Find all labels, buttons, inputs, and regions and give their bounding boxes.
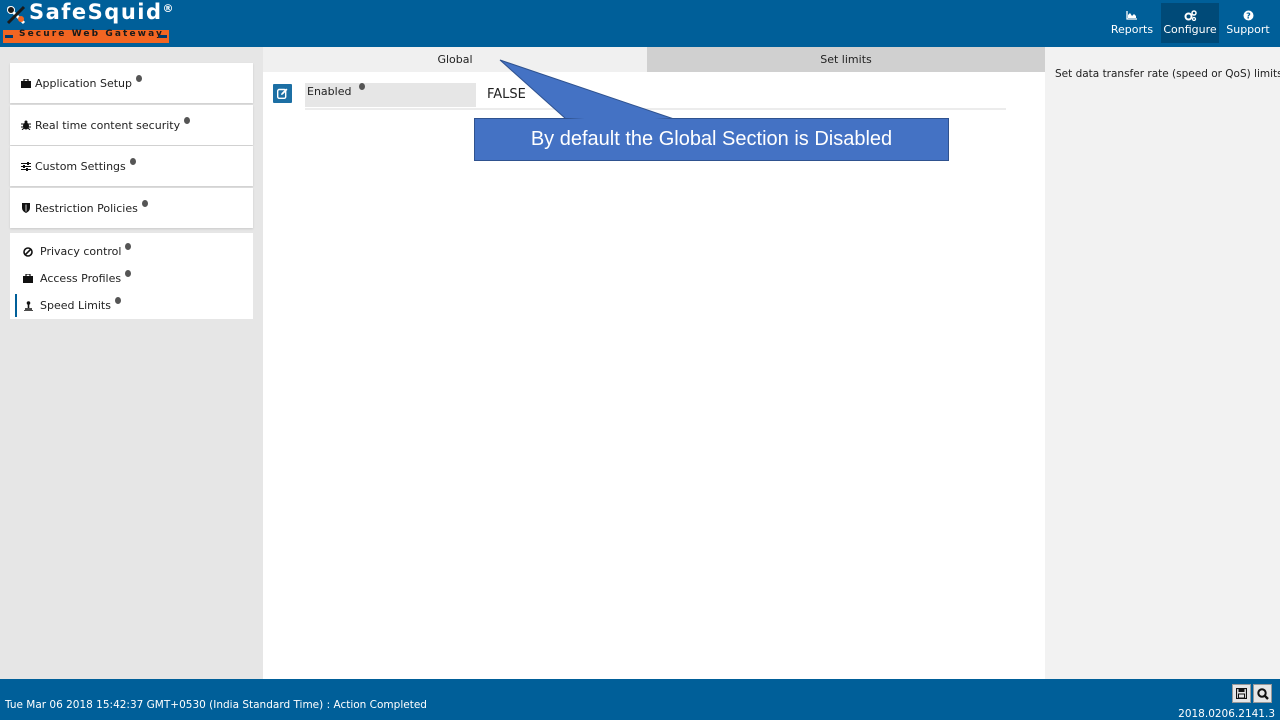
sidebar-section-head[interactable]: Restriction Policies (10, 188, 253, 228)
sidebar-section-label: Restriction Policies (35, 201, 138, 215)
nav-reports[interactable]: Reports (1103, 3, 1161, 43)
status-bar: Tue Mar 06 2018 15:42:37 GMT+0530 (India… (0, 679, 1280, 720)
field-label: Enabled (305, 83, 476, 107)
nav-configure[interactable]: Configure (1161, 3, 1219, 43)
sidebar-section-label: Custom Settings (35, 159, 126, 173)
brand-name: SafeSquid® (29, 0, 174, 24)
logo-mark-icon (6, 5, 26, 25)
nav-support[interactable]: ? Support (1219, 3, 1277, 43)
field-row-enabled: Enabled FALSE (273, 83, 1006, 110)
info-icon[interactable] (135, 74, 142, 82)
search-button[interactable] (1253, 684, 1272, 703)
sidebar-section-label: Real time content security (35, 118, 181, 132)
sliders-icon (20, 161, 31, 171)
sidebar-section-application-setup[interactable]: Application Setup (10, 63, 253, 103)
save-icon (1236, 688, 1247, 699)
nav-support-label: Support (1226, 23, 1270, 36)
edit-icon (277, 88, 288, 99)
sidebar-section-head[interactable]: Application Setup (10, 63, 253, 103)
bug-icon (20, 120, 31, 130)
safesquid-logo[interactable]: SafeSquid® Secure Web Gateway (3, 0, 174, 44)
sidebar-section-label: Application Setup (35, 76, 132, 90)
nav-configure-label: Configure (1163, 23, 1217, 36)
briefcase-icon (22, 274, 34, 283)
sidebar-item-speed-limits[interactable]: Speed Limits (10, 292, 253, 319)
tab-bar: Global Set limits (263, 47, 1045, 72)
search-icon (1256, 687, 1269, 700)
top-bar: SafeSquid® Secure Web Gateway Reports Co… (0, 0, 1280, 47)
chart-area-icon (1103, 9, 1161, 23)
info-icon[interactable] (125, 243, 132, 250)
top-nav: Reports Configure ? Support (1103, 3, 1277, 43)
svg-text:?: ? (1246, 11, 1251, 20)
registered-mark: ® (162, 2, 174, 15)
tagline-bar: Secure Web Gateway (3, 29, 169, 43)
cogs-icon (1161, 9, 1219, 23)
speed-icon (22, 300, 34, 311)
info-icon[interactable] (358, 83, 365, 90)
info-icon[interactable] (141, 199, 148, 207)
sidebar-section-real-time-content-security[interactable]: Real time content security (10, 105, 253, 145)
sidebar-item-access-profiles[interactable]: Access Profiles (10, 265, 253, 292)
shield-icon (20, 203, 31, 213)
tab-set-limits[interactable]: Set limits (647, 47, 1045, 72)
sidebar-section-restriction-policies[interactable]: Restriction Policies (10, 188, 253, 228)
tab-global[interactable]: Global (263, 47, 647, 72)
status-message: Tue Mar 06 2018 15:42:37 GMT+0530 (India… (5, 699, 427, 711)
enabled-label: Enabled (307, 85, 352, 98)
sidebar-item-label: Privacy control (40, 245, 122, 258)
briefcase-icon (20, 78, 31, 88)
enabled-value: FALSE (487, 87, 526, 102)
save-button[interactable] (1232, 684, 1251, 703)
info-icon[interactable] (114, 297, 121, 304)
version-number: 2018.0206.2141.3 (1178, 708, 1275, 720)
info-icon[interactable] (184, 116, 191, 124)
help-panel: Set data transfer rate (speed or QoS) li… (1045, 47, 1280, 679)
sidebar-section-head[interactable]: Custom Settings (10, 146, 253, 186)
sidebar-item-label: Speed Limits (40, 299, 111, 312)
help-text: Set data transfer rate (speed or QoS) li… (1055, 68, 1280, 80)
sidebar: Application Setup Real time content secu… (0, 47, 263, 679)
restriction-policies-submenu: Privacy control Access Profiles Speed Li… (10, 233, 253, 319)
ban-icon (22, 246, 34, 257)
sidebar-section-custom-settings[interactable]: Custom Settings (10, 146, 253, 186)
question-circle-icon: ? (1219, 9, 1277, 23)
info-icon[interactable] (125, 270, 132, 277)
sidebar-section-head[interactable]: Real time content security (10, 105, 253, 145)
tagline: Secure Web Gateway (19, 29, 164, 39)
info-icon[interactable] (129, 157, 136, 165)
row-divider (305, 108, 1006, 110)
sidebar-item-label: Access Profiles (40, 272, 122, 285)
edit-button[interactable] (273, 84, 292, 103)
nav-reports-label: Reports (1110, 23, 1154, 36)
sidebar-item-privacy-control[interactable]: Privacy control (10, 238, 253, 265)
callout-annotation: By default the Global Section is Disable… (474, 118, 949, 161)
brand-text: SafeSquid (29, 0, 163, 24)
